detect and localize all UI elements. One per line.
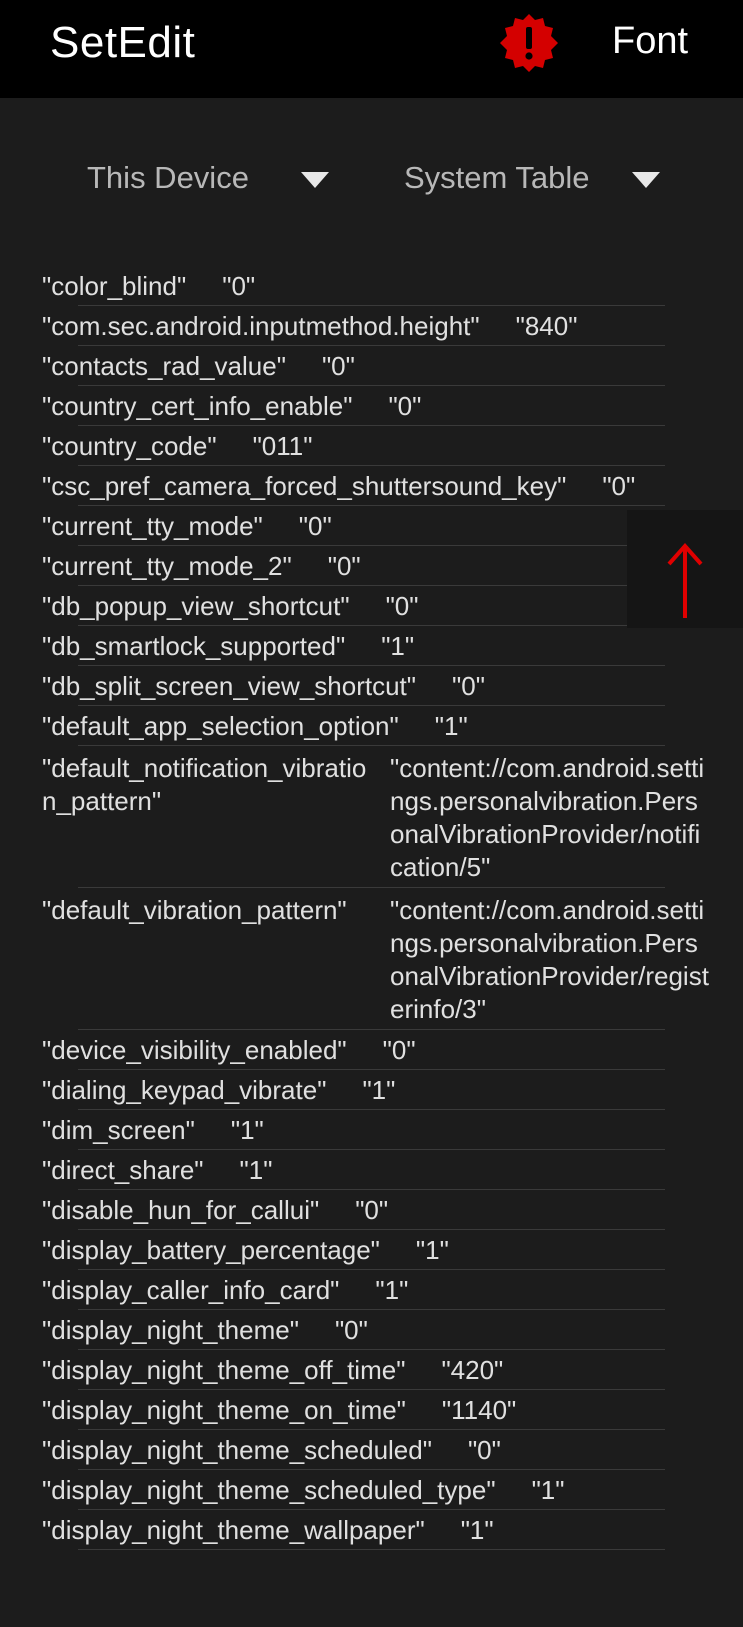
device-dropdown-label: This Device [87, 160, 249, 195]
table-row[interactable]: "display_night_theme_on_time" "1140" [0, 1390, 743, 1430]
setting-value: "1" [460, 1514, 494, 1545]
setting-key: "default_vibration_pattern" [42, 895, 347, 925]
table-row[interactable]: "display_battery_percentage" "1" [0, 1230, 743, 1270]
setting-key: "display_night_theme_wallpaper" [42, 1514, 425, 1545]
table-row[interactable]: "db_smartlock_supported" "1" [0, 626, 743, 666]
table-row[interactable]: "display_caller_info_card" "1" [0, 1270, 743, 1310]
table-row[interactable]: "default_notification_vibration_pattern"… [0, 746, 743, 888]
table-row[interactable]: "display_night_theme_wallpaper" "1" [0, 1510, 743, 1550]
setting-value: "0" [327, 550, 361, 581]
alert-badge-icon[interactable] [498, 12, 560, 74]
setting-value: "0" [298, 510, 332, 541]
setting-key: "display_caller_info_card" [42, 1274, 340, 1305]
table-row[interactable]: "display_night_theme_scheduled" "0" [0, 1430, 743, 1470]
setting-value: "0" [467, 1434, 501, 1465]
setting-value: "0" [222, 270, 256, 301]
setting-value: "0" [602, 470, 636, 501]
setting-key: "country_cert_info_enable" [42, 390, 353, 421]
setting-value: "0" [452, 670, 485, 701]
setting-key: "direct_share" [42, 1154, 204, 1185]
setting-value: "content://com.android.settings.personal… [390, 753, 705, 882]
table-row[interactable]: "device_visibility_enabled" "0" [0, 1030, 743, 1070]
setting-value: "1" [434, 710, 468, 741]
setting-value: "011" [252, 430, 313, 461]
device-dropdown[interactable]: This Device [87, 160, 329, 196]
setting-key: "dialing_keypad_vibrate" [42, 1074, 327, 1105]
scroll-to-top-button[interactable] [627, 510, 743, 628]
setting-key: "com.sec.android.inputmethod.height" [42, 310, 480, 341]
table-row[interactable]: "dialing_keypad_vibrate" "1" [0, 1070, 743, 1110]
setting-value: "0" [355, 1194, 389, 1225]
table-row[interactable]: "com.sec.android.inputmethod.height" "840… [0, 306, 743, 346]
setting-key: "display_night_theme" [42, 1314, 299, 1345]
setting-value: "1" [239, 1154, 273, 1185]
table-row[interactable]: "color_blind" "0" [0, 266, 743, 306]
setting-value: "840" [515, 310, 578, 341]
setting-value: "1" [230, 1114, 264, 1145]
table-row[interactable]: "default_vibration_pattern" "content://co… [0, 888, 743, 1030]
setting-key: "display_night_theme_scheduled_type" [42, 1474, 496, 1505]
setting-value: "1" [381, 630, 415, 661]
table-dropdown-label: System Table [404, 160, 590, 195]
setting-key: "current_tty_mode_2" [42, 550, 292, 581]
app-bar: SetEdit Font [0, 0, 743, 98]
table-row[interactable]: "country_code" "011" [0, 426, 743, 466]
setting-key: "default_notification_vibration_pattern" [42, 753, 367, 816]
setting-key: "disable_hun_for_callui" [42, 1194, 320, 1225]
setting-key: "display_night_theme_off_time" [42, 1354, 406, 1385]
setting-value: "1" [531, 1474, 565, 1505]
table-row[interactable]: "display_night_theme_scheduled_type" "1" [0, 1470, 743, 1510]
table-row[interactable]: "country_cert_info_enable" "0" [0, 386, 743, 426]
setting-key: "dim_screen" [42, 1114, 195, 1145]
chevron-down-icon [301, 172, 329, 188]
setting-value: "420" [441, 1354, 504, 1385]
table-row[interactable]: "contacts_rad_value" "0" [0, 346, 743, 386]
selector-bar: This Device System Table [0, 98, 743, 238]
setting-value: "1" [375, 1274, 409, 1305]
arrow-up-icon [667, 542, 703, 618]
setting-value: "0" [385, 590, 419, 621]
setting-key: "default_app_selection_option" [42, 710, 399, 741]
table-row[interactable]: "default_app_selection_option" "1" [0, 706, 743, 746]
setting-key: "color_blind" [42, 270, 187, 301]
setting-value: "1" [415, 1234, 449, 1265]
setting-value: "0" [334, 1314, 368, 1345]
setting-value: "1140" [441, 1394, 517, 1425]
setting-key: "device_visibility_enabled" [42, 1034, 347, 1065]
setting-key: "display_night_theme_on_time" [42, 1394, 406, 1425]
setting-value: "0" [382, 1034, 416, 1065]
setting-key: "display_battery_percentage" [42, 1234, 380, 1265]
font-button[interactable]: Font [612, 20, 688, 63]
setting-key: "csc_pref_camera_forced_shuttersound_key… [42, 470, 567, 501]
setting-key: "db_popup_view_shortcut" [42, 590, 350, 621]
table-row[interactable]: "direct_share" "1" [0, 1150, 743, 1190]
setting-key: "display_night_theme_scheduled" [42, 1434, 432, 1465]
table-row[interactable]: "dim_screen" "1" [0, 1110, 743, 1150]
setting-value: "content://com.android.settings.personal… [390, 895, 709, 1024]
setting-key: "db_split_screen_view_shortcut" [42, 670, 416, 701]
table-dropdown[interactable]: System Table [404, 160, 660, 196]
table-row[interactable]: "display_night_theme" "0" [0, 1310, 743, 1350]
table-row[interactable]: "csc_pref_camera_forced_shuttersound_key… [0, 466, 743, 506]
setting-value: "1" [362, 1074, 396, 1105]
app-title: SetEdit [50, 18, 196, 67]
chevron-down-icon [632, 172, 660, 188]
setting-key: "db_smartlock_supported" [42, 630, 346, 661]
settings-list: "color_blind" "0" "com.sec.android.inputme… [0, 266, 743, 1550]
setting-key: "contacts_rad_value" [42, 350, 286, 381]
setting-key: "current_tty_mode" [42, 510, 263, 541]
setting-value: "0" [321, 350, 355, 381]
table-row[interactable]: "db_split_screen_view_shortcut" "0" [0, 666, 743, 706]
table-row[interactable]: "disable_hun_for_callui" "0" [0, 1190, 743, 1230]
table-row[interactable]: "display_night_theme_off_time" "420" [0, 1350, 743, 1390]
setting-key: "country_code" [42, 430, 217, 461]
setting-value: "0" [388, 390, 422, 421]
